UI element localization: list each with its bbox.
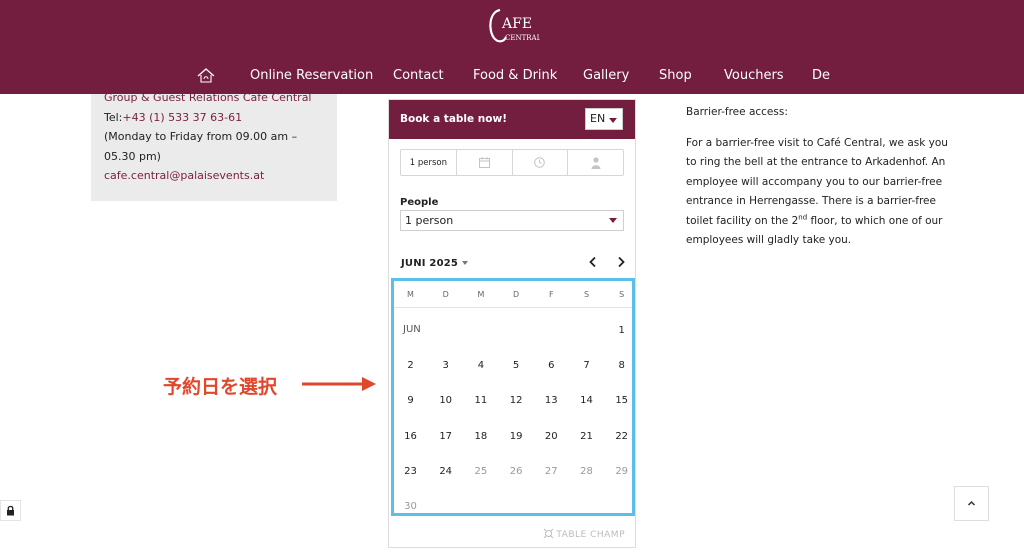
calendar-day[interactable]: 5 — [499, 360, 534, 371]
calendar-day: 25 — [474, 465, 488, 477]
calendar-day[interactable]: 7 — [569, 360, 604, 371]
calendar-day[interactable]: 24 — [428, 466, 463, 477]
reservation-widget: Book a table now! EN 1 person People 1 p… — [388, 99, 636, 548]
chevron-down-icon — [609, 218, 617, 223]
calendar-day[interactable]: 22 — [604, 431, 639, 442]
step-time[interactable] — [513, 150, 569, 175]
calendar-day[interactable]: 17 — [428, 431, 463, 442]
chevron-left-icon[interactable] — [586, 255, 600, 269]
calendar-day[interactable]: 18 — [463, 431, 498, 442]
weekday-divider — [394, 307, 632, 308]
calendar-day[interactable]: 4 — [463, 360, 498, 371]
info-title: Barrier-free access: — [686, 106, 788, 118]
nav-contact[interactable]: Contact — [393, 68, 444, 83]
weekday-header: D — [513, 290, 520, 299]
clock-icon — [534, 157, 546, 168]
logo-text-central: CENTRAL — [505, 34, 540, 42]
language-value: EN — [590, 112, 606, 125]
info-paragraph: For a barrier-free visit to Café Central… — [686, 134, 948, 251]
calendar-day[interactable]: 13 — [534, 395, 569, 406]
cafe-central-logo[interactable]: AFE CENTRAL — [486, 4, 540, 46]
contact-email-link[interactable]: cafe.central@palaisevents.at — [104, 166, 327, 186]
nav-language-de[interactable]: De — [812, 68, 830, 83]
home-icon[interactable] — [196, 66, 216, 86]
people-label: People — [400, 197, 439, 208]
widget-title: Book a table now! — [400, 113, 507, 125]
calendar-day: 28 — [580, 465, 593, 477]
calendar-day: 30 — [404, 501, 417, 512]
calendar-day[interactable]: 21 — [569, 431, 604, 442]
calendar-day: 27 — [544, 465, 558, 477]
calendar-day[interactable]: 10 — [428, 395, 463, 406]
calendar-day[interactable]: 6 — [534, 360, 569, 371]
contact-hours: (Monday to Friday from 09.00 am – 05.30 … — [104, 130, 298, 163]
chevron-down-icon — [609, 118, 617, 123]
booking-steps: 1 person — [400, 149, 624, 176]
barrier-free-info: Barrier-free access: For a barrier-free … — [686, 103, 948, 262]
site-header: AFE CENTRAL Online Reservation Contact F… — [0, 0, 1024, 94]
calendar-day[interactable]: 8 — [604, 360, 639, 371]
info-text-part1: For a barrier-free visit to Café Central… — [686, 136, 948, 227]
month-tag: JUN — [403, 324, 421, 335]
brand-text: TABLE CHAMP — [556, 530, 625, 540]
arrow-right-icon — [302, 377, 376, 391]
language-select[interactable]: EN — [585, 108, 623, 130]
main-nav: Online Reservation Contact Food & Drink … — [0, 64, 1024, 90]
month-select[interactable]: JUNI 2025 — [401, 258, 469, 269]
calendar-day[interactable]: 9 — [393, 395, 428, 406]
step-people[interactable]: 1 person — [401, 150, 457, 175]
weekday-header: D — [442, 290, 449, 299]
weekday-header: S — [619, 290, 625, 299]
calendar-day[interactable]: 1 — [604, 325, 639, 336]
calendar-day[interactable]: 14 — [569, 395, 604, 406]
annotation-label: 予約日を選択 — [163, 376, 278, 398]
step-date[interactable] — [457, 150, 513, 175]
nav-gallery[interactable]: Gallery — [583, 68, 629, 83]
nav-vouchers[interactable]: Vouchers — [724, 68, 784, 83]
step-guest[interactable] — [568, 150, 623, 175]
nav-online-reservation[interactable]: Online Reservation — [250, 68, 373, 83]
month-label: JUNI 2025 — [401, 258, 459, 269]
table-champ-brand: TABLE CHAMP — [543, 528, 625, 540]
privacy-lock-button[interactable] — [0, 500, 21, 521]
calendar-day[interactable]: 3 — [428, 360, 463, 371]
weekday-header: S — [583, 290, 590, 299]
widget-header: Book a table now! EN — [389, 100, 635, 139]
people-value: 1 person — [405, 214, 454, 227]
scroll-top-button[interactable] — [954, 486, 989, 521]
calendar-day[interactable]: 20 — [534, 431, 569, 442]
nav-shop[interactable]: Shop — [659, 68, 692, 83]
weekday-header: F — [548, 290, 554, 299]
calendar-grid: M D M D F S S JUN 1 2 3 4 5 6 7 8 9 10 11 12 13 14 15 16 17 18 19 2… — [391, 278, 635, 516]
calendar-day[interactable]: 15 — [604, 395, 639, 406]
calendar-day[interactable]: 16 — [393, 431, 428, 442]
people-select[interactable]: 1 person — [400, 210, 624, 231]
calendar-day[interactable]: 23 — [393, 466, 428, 477]
user-icon — [591, 156, 601, 169]
contact-tel: Tel:+43 (1) 533 37 63-61 — [104, 108, 327, 128]
calendar-day[interactable]: 11 — [463, 395, 498, 406]
calendar-day: 26 — [509, 465, 523, 477]
info-sup: nd — [798, 213, 808, 221]
weekday-header: M — [477, 290, 485, 299]
tel-link[interactable]: +43 (1) 533 37 63-61 — [122, 111, 242, 124]
calendar-day[interactable]: 19 — [499, 431, 534, 442]
caret-down-icon — [462, 261, 469, 265]
chevron-right-icon[interactable] — [614, 255, 628, 269]
tel-label: Tel: — [104, 110, 123, 124]
logo-text-cafe: AFE — [501, 16, 532, 32]
weekday-header: M — [407, 290, 414, 299]
lock-icon — [7, 505, 14, 516]
calendar-day: 29 — [615, 465, 629, 477]
chevron-up-icon — [967, 500, 976, 506]
calendar-icon — [478, 157, 490, 168]
calendar-day[interactable]: 12 — [499, 395, 534, 406]
nav-food-drink[interactable]: Food & Drink — [473, 68, 557, 83]
calendar-day[interactable]: 2 — [393, 360, 428, 371]
table-champ-logo-icon — [544, 528, 554, 539]
